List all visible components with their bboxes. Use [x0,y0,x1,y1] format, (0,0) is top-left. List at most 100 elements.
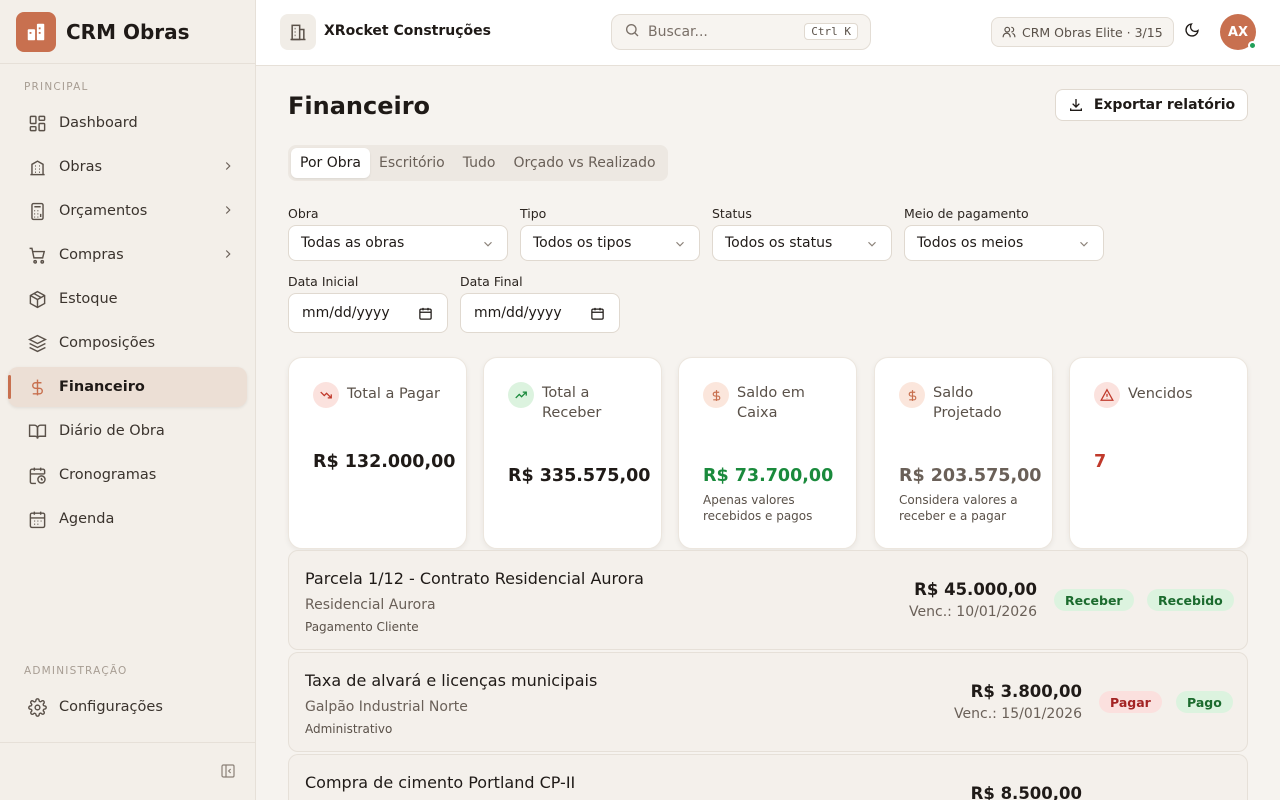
meio-select-value: Todos os meios [917,235,1024,251]
sidebar-item-diario-de-obra[interactable]: Diário de Obra [8,411,247,451]
sidebar-item-estoque[interactable]: Estoque [8,279,247,319]
plan-badge[interactable]: CRM Obras Elite · 3/15 [991,17,1174,47]
transaction-title: Taxa de alvará e licenças municipais [305,671,598,690]
card-title: Saldo em Caixa [737,385,805,421]
sidebar-item-composicoes[interactable]: Composições [8,323,247,363]
transaction-title: Compra de cimento Portland CP-II [305,773,576,792]
search-icon [624,22,640,42]
sidebar-item-compras[interactable]: Compras [8,235,247,275]
sidebar-item-configuracoes[interactable]: Configurações [8,687,247,727]
trending-up-icon [508,382,534,408]
transaction-due-date: Venc.: 15/01/2026 [954,706,1082,722]
gear-icon [26,696,48,718]
chevron-right-icon [221,159,235,177]
status-badge: Pago [1176,691,1233,713]
sidebar-item-label: Composições [59,335,156,351]
users-icon [1002,25,1016,39]
calculator-icon [26,200,48,222]
avatar-initials: AX [1227,24,1249,40]
export-report-button[interactable]: Exportar relatório [1055,89,1248,121]
sidebar-collapse-icon[interactable] [220,763,236,783]
card-vencidos: Vencidos 7 [1069,357,1248,549]
chevron-down-icon [481,237,495,255]
search-shortcut: Ctrl K [804,23,858,40]
calendar-clock-icon [26,464,48,486]
status-select-value: Todos os status [725,235,833,251]
transaction-row[interactable]: Compra de cimento Portland CP-II R$ 8.50… [288,754,1248,800]
avatar[interactable]: AX [1220,14,1257,50]
sidebar-item-orcamentos[interactable]: Orçamentos [8,191,247,231]
tab-tudo[interactable]: Tudo [454,148,505,178]
brand[interactable]: CRM Obras [0,0,255,64]
sidebar-item-label: Diário de Obra [59,423,165,439]
filter-label-data-final: Data Final [460,274,523,289]
card-title: Total a Pagar [347,386,440,402]
card-title: Total a Receber [542,385,602,421]
search-input[interactable] [648,24,798,40]
card-value: R$ 335.575,00 [508,466,651,486]
tab-orcado-vs-realizado[interactable]: Orçado vs Realizado [504,148,664,178]
tab-escritorio[interactable]: Escritório [370,148,454,178]
sidebar-item-financeiro[interactable]: Financeiro [8,367,247,407]
layers-icon [26,332,48,354]
filter-label-status: Status [712,206,752,221]
sidebar-item-label: Financeiro [59,379,145,395]
chevron-down-icon [673,237,687,255]
transaction-title: Parcela 1/12 - Contrato Residencial Auro… [305,569,644,588]
sidebar-item-label: Configurações [59,699,163,715]
company-name[interactable]: XRocket Construções [324,23,491,39]
transaction-amount: R$ 45.000,00 [914,580,1037,599]
calendar-icon[interactable] [418,306,433,325]
brand-name: CRM Obras [66,19,190,44]
meio-pagamento-select[interactable]: Todos os meios [904,225,1104,261]
sidebar-item-obras[interactable]: Obras [8,147,247,187]
tab-por-obra[interactable]: Por Obra [291,148,370,178]
status-select[interactable]: Todos os status [712,225,892,261]
card-value: R$ 132.000,00 [313,452,456,472]
alert-triangle-icon [1094,382,1120,408]
sidebar-item-label: Orçamentos [59,203,148,219]
page-title: Financeiro [288,92,431,120]
card-note: Considera valores a receber e a pagar [899,493,1018,523]
package-icon [26,288,48,310]
sidebar-footer [0,742,256,800]
transaction-row[interactable]: Taxa de alvará e licenças municipais Gal… [288,652,1248,752]
filter-label-obra: Obra [288,206,319,221]
transaction-amount: R$ 3.800,00 [970,682,1082,701]
brand-logo-icon [16,11,56,52]
sidebar-item-label: Agenda [59,511,115,527]
book-open-icon [26,420,48,442]
sidebar-item-cronogramas[interactable]: Cronogramas [8,455,247,495]
filter-label-meio: Meio de pagamento [904,206,1029,221]
tipo-select-value: Todos os tipos [533,235,632,251]
transaction-row[interactable]: Parcela 1/12 - Contrato Residencial Auro… [288,550,1248,650]
chevron-down-icon [1077,237,1091,255]
filter-label-tipo: Tipo [520,206,547,221]
transaction-amount: R$ 8.500,00 [970,784,1082,800]
card-total-a-receber: Total a Receber R$ 335.575,00 [483,357,662,549]
layout-grid-icon [26,112,48,134]
card-title: Vencidos [1128,386,1193,402]
data-final-input[interactable]: mm/dd/yyyy [460,293,620,333]
sidebar: CRM Obras PRINCIPAL Dashboard Obras Orça… [0,0,256,800]
sidebar-item-agenda[interactable]: Agenda [8,499,247,539]
building-icon [26,156,48,178]
card-saldo-projetado: Saldo Projetado R$ 203.575,00 Considera … [874,357,1053,549]
section-label-administracao: ADMINISTRAÇÃO [24,665,128,677]
dollar-icon [899,382,925,408]
top-header: XRocket Construções Ctrl K CRM Obras Eli… [256,0,1280,66]
transaction-due-date: Venc.: 10/01/2026 [909,604,1037,620]
type-badge: Pagar [1099,691,1162,713]
search-box[interactable]: Ctrl K [611,14,871,50]
sidebar-item-dashboard[interactable]: Dashboard [8,103,247,143]
data-inicial-input[interactable]: mm/dd/yyyy [288,293,448,333]
data-inicial-value: mm/dd/yyyy [302,305,390,321]
trending-down-icon [313,382,339,408]
obra-select[interactable]: Todas as obras [288,225,508,261]
calendar-icon[interactable] [590,306,605,325]
transaction-obra: Galpão Industrial Norte [305,699,468,715]
type-badge: Receber [1054,589,1134,611]
moon-icon[interactable] [1184,22,1200,42]
tipo-select[interactable]: Todos os tipos [520,225,700,261]
export-report-label: Exportar relatório [1093,97,1236,113]
